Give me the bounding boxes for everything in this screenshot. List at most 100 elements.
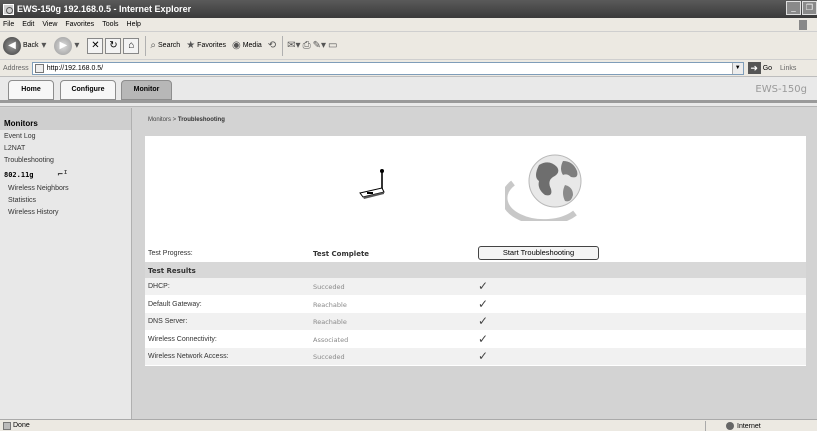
- internet-zone-icon: [726, 422, 734, 430]
- window-controls: _ ❐: [786, 1, 817, 15]
- security-zone: Internet: [705, 421, 761, 431]
- chevron-down-icon[interactable]: ▼: [731, 62, 743, 74]
- test-progress-value: Test Complete: [313, 250, 370, 258]
- sidebar-item-event-log[interactable]: Event Log: [0, 130, 131, 142]
- app-header: Home Configure Monitor EWS-150g: [0, 77, 817, 107]
- media-icon: ◉: [231, 40, 241, 51]
- checkmark-icon: ✓: [478, 314, 489, 328]
- media-button[interactable]: ◉ Media: [232, 40, 262, 51]
- product-brand: EWS-150g: [755, 84, 807, 95]
- sidebar-group-80211g: 802.11g ⌐ᴵ: [0, 166, 131, 182]
- minimize-icon[interactable]: _: [786, 1, 801, 15]
- favorites-button[interactable]: ★ Favorites: [186, 40, 226, 51]
- back-button[interactable]: ◀ Back ▾: [3, 36, 48, 55]
- start-troubleshooting-button[interactable]: Start Troubleshooting: [478, 246, 599, 260]
- toolbar-separator: [145, 35, 147, 56]
- status-bar: Done Internet: [0, 419, 817, 431]
- media-label: Media: [242, 42, 262, 49]
- window-title: EWS-150g 192.168.0.5 - Internet Explorer: [17, 4, 192, 14]
- history-icon[interactable]: ⟲: [268, 40, 276, 51]
- back-label: Back: [23, 42, 39, 49]
- search-button[interactable]: ⌕ Search: [150, 40, 180, 51]
- toolbar: ◀ Back ▾ ▶ ▾ ✕ ↻ ⌂ ⌕ Search ★ Favorites …: [0, 32, 817, 60]
- breadcrumb: Monitors > Troubleshooting: [148, 117, 225, 123]
- result-label: DNS Server:: [148, 318, 188, 325]
- favorites-label: Favorites: [197, 42, 226, 49]
- menu-file[interactable]: File: [3, 21, 14, 28]
- stop-icon[interactable]: ✕: [87, 37, 104, 54]
- tab-configure[interactable]: Configure: [60, 80, 116, 100]
- refresh-icon[interactable]: ↻: [105, 37, 122, 54]
- menu-edit[interactable]: Edit: [22, 21, 34, 28]
- status-text: Done: [13, 422, 30, 429]
- page-content: Home Configure Monitor EWS-150g Monitors…: [0, 77, 817, 419]
- sidebar-group-label: 802.11g: [4, 171, 34, 179]
- home-icon[interactable]: ⌂: [123, 37, 140, 54]
- sidebar: Monitors Event Log L2NAT Troubleshooting…: [0, 108, 132, 419]
- print-icon[interactable]: ⎙: [303, 40, 311, 51]
- breadcrumb-current: Troubleshooting: [177, 117, 225, 123]
- discuss-icon[interactable]: ▭: [328, 40, 337, 51]
- tab-monitor[interactable]: Monitor: [121, 80, 172, 100]
- test-results-heading: Test Results: [145, 262, 806, 278]
- globe-icon: [505, 154, 582, 221]
- breadcrumb-parent[interactable]: Monitors >: [148, 117, 176, 123]
- checkmark-icon: ✓: [478, 349, 489, 363]
- sidebar-heading: Monitors: [0, 108, 131, 130]
- result-value: Reachable: [313, 300, 347, 309]
- tab-home[interactable]: Home: [8, 80, 54, 100]
- search-label: Search: [158, 42, 181, 49]
- go-button[interactable]: ➜ Go: [747, 62, 773, 74]
- result-value: Succeded: [313, 283, 345, 291]
- ie-icon: [3, 3, 14, 15]
- result-label: Default Gateway:: [148, 300, 202, 308]
- sidebar-item-statistics[interactable]: Statistics: [0, 194, 131, 206]
- go-arrow-icon: ➜: [747, 62, 761, 74]
- menu-help[interactable]: Help: [127, 21, 141, 28]
- go-label: Go: [762, 64, 773, 72]
- result-row-dns-server: DNS Server: Reachable ✓: [145, 313, 806, 331]
- result-value: Associated: [313, 335, 349, 344]
- checkmark-icon: ✓: [478, 279, 489, 293]
- page-done-icon: [3, 421, 11, 430]
- chevron-down-icon: ▾: [38, 40, 47, 51]
- checkmark-icon: ✓: [478, 331, 489, 346]
- links-button[interactable]: Links: [780, 65, 796, 72]
- address-url: http://192.168.0.5/: [46, 64, 104, 72]
- address-label: Address: [3, 64, 29, 72]
- menu-tools[interactable]: Tools: [102, 21, 118, 28]
- chevron-down-icon: ▾: [74, 40, 80, 51]
- result-label: Wireless Connectivity:: [148, 335, 217, 343]
- address-bar: Address http://192.168.0.5/ ▼ ➜ Go Links: [0, 60, 817, 77]
- title-bar: EWS-150g 192.168.0.5 - Internet Explorer…: [0, 0, 817, 18]
- back-arrow-icon: ◀: [3, 36, 21, 55]
- maximize-icon[interactable]: ❐: [802, 1, 817, 15]
- checkmark-icon: ✓: [478, 296, 489, 311]
- menu-view[interactable]: View: [42, 21, 57, 28]
- page-icon: [34, 63, 44, 73]
- illustration-area: [145, 136, 806, 244]
- sidebar-item-wireless-neighbors[interactable]: Wireless Neighbors: [0, 182, 131, 194]
- forward-arrow-icon: ▶: [54, 36, 73, 55]
- star-icon: ★: [186, 40, 196, 51]
- result-row-wireless-network-access: Wireless Network Access: Succeded ✓: [145, 348, 806, 366]
- result-label: Wireless Network Access:: [148, 353, 229, 360]
- test-progress-row: Test Progress: Test Complete Start Troub…: [145, 244, 806, 262]
- tab-underline: [0, 100, 817, 103]
- result-label: DHCP:: [148, 283, 170, 290]
- result-row-wireless-connectivity: Wireless Connectivity: Associated ✓: [145, 330, 806, 348]
- antenna-icon: ⌐ᴵ: [57, 170, 69, 180]
- sidebar-item-l2nat[interactable]: L2NAT: [0, 142, 131, 154]
- mail-icon[interactable]: ✉▾: [287, 40, 300, 51]
- menu-favorites[interactable]: Favorites: [65, 21, 94, 28]
- result-value: Succeded: [313, 353, 345, 361]
- edit-icon[interactable]: ✎▾: [313, 40, 326, 51]
- zone-label: Internet: [737, 422, 761, 430]
- forward-button[interactable]: ▶ ▾: [54, 36, 81, 55]
- sidebar-item-wireless-history[interactable]: Wireless History: [0, 206, 131, 218]
- sidebar-item-troubleshooting[interactable]: Troubleshooting: [0, 154, 131, 166]
- test-progress-label: Test Progress:: [148, 250, 193, 257]
- browser-window: EWS-150g 192.168.0.5 - Internet Explorer…: [0, 0, 817, 431]
- address-input[interactable]: http://192.168.0.5/ ▼: [31, 61, 744, 75]
- troubleshooting-panel: Test Progress: Test Complete Start Troub…: [145, 136, 806, 366]
